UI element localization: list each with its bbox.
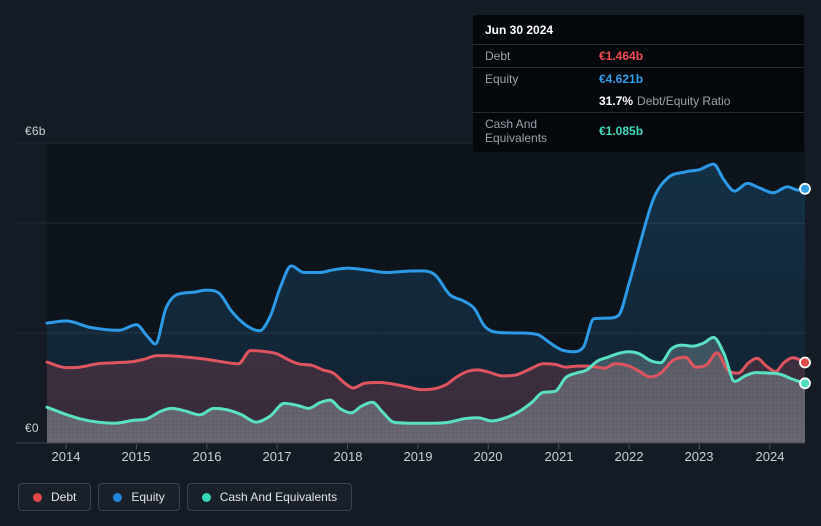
x-axis-label: 2024 (755, 449, 785, 464)
equity-series-dot-icon (113, 492, 123, 502)
x-axis-label: 2016 (192, 449, 222, 464)
x-axis-label: 2014 (51, 449, 81, 464)
tooltip-date: Jun 30 2024 (473, 15, 804, 45)
chart-tooltip: Jun 30 2024 Debt €1.464b Equity €4.621b … (473, 15, 804, 152)
x-axis-label: 2022 (614, 449, 644, 464)
tooltip-cash-value: €1.085b (599, 124, 644, 138)
equity-last-point-marker[interactable] (799, 182, 811, 195)
x-axis-label: 2023 (684, 449, 714, 464)
tooltip-equity-label: Equity (485, 72, 519, 86)
legend-item-debt[interactable]: Debt (18, 483, 92, 511)
x-axis-label: 2018 (333, 449, 363, 464)
tooltip-cash-label: Cash And Equivalents (485, 117, 548, 145)
tooltip-row-equity: Equity €4.621b (473, 68, 804, 90)
cash-series-dot-icon (201, 492, 211, 502)
legend-item-equity[interactable]: Equity (98, 483, 180, 511)
x-axis: 2014 2015 2016 2017 2018 2019 2020 2021 2022 2023… (0, 449, 821, 467)
legend-cash-label: Cash And Equivalents (219, 490, 338, 504)
tooltip-row-ratio: 31.7% Debt/Equity Ratio (473, 90, 804, 112)
tooltip-equity-value: €4.621b (599, 72, 644, 86)
x-axis-label: 2015 (121, 449, 151, 464)
x-axis-label: 2020 (473, 449, 503, 464)
tooltip-ratio-value: 31.7% (599, 94, 634, 108)
legend-equity-label: Equity (131, 490, 165, 504)
debt-series-dot-icon (33, 492, 42, 502)
legend-debt-label: Debt (51, 490, 77, 504)
x-axis-label: 2019 (403, 449, 433, 464)
y-axis-zero-label: €0 (25, 421, 39, 435)
chart-legend: Debt Equity Cash And Equivalents (18, 483, 353, 511)
tooltip-ratio-caption: Debt/Equity Ratio (637, 94, 731, 108)
y-axis-max-label: €6b (25, 124, 46, 138)
tooltip-row-debt: Debt €1.464b (473, 45, 804, 68)
x-axis-label: 2021 (544, 449, 574, 464)
debt-last-point-marker[interactable] (799, 356, 811, 369)
cash-last-point-marker[interactable] (799, 377, 811, 390)
x-axis-label: 2017 (262, 449, 292, 464)
legend-item-cash[interactable]: Cash And Equivalents (186, 483, 353, 511)
tooltip-debt-value: €1.464b (599, 49, 644, 63)
tooltip-debt-label: Debt (485, 49, 511, 63)
tooltip-row-cash: Cash And Equivalents €1.085b (473, 112, 804, 149)
